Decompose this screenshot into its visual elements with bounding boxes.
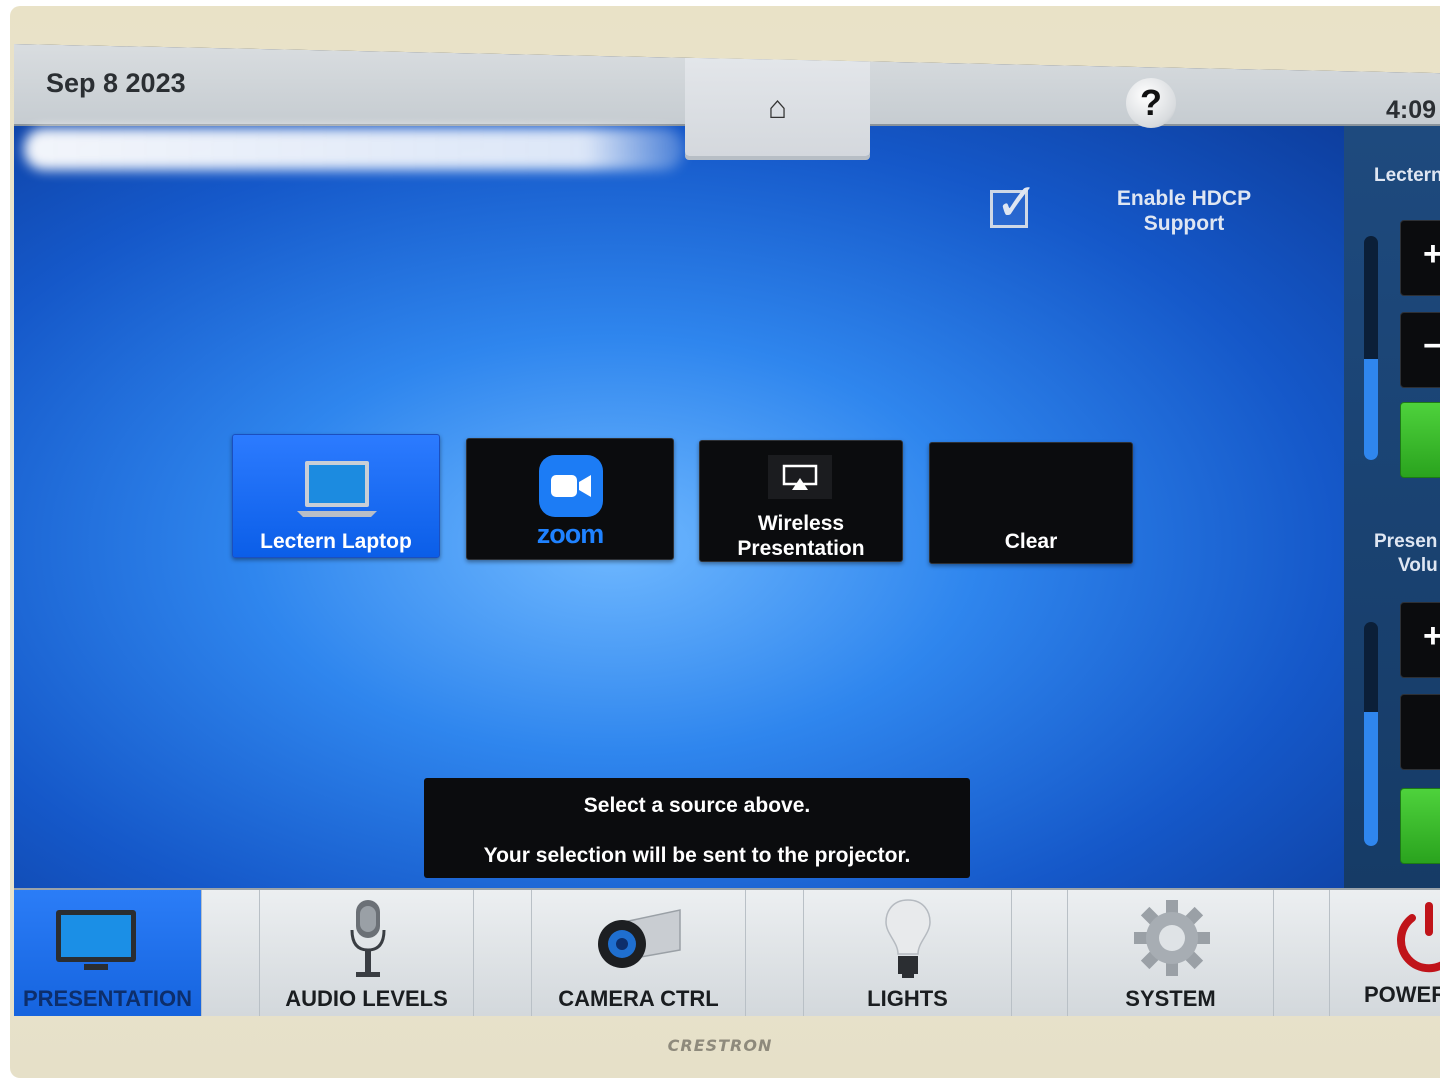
presentation-panel [14, 126, 1344, 888]
volume-panel: Lectern + − Presen Volu + [1344, 126, 1440, 888]
microphone-icon [350, 900, 386, 977]
nav-spacer [1274, 890, 1330, 1016]
zoom-wordmark: zoom [536, 519, 605, 549]
nav-label: PRESENTATION [22, 986, 193, 1011]
nav-spacer [202, 890, 260, 1016]
source-label: Wireless Presentation [737, 512, 865, 560]
nav-lights[interactable]: LIGHTS [804, 890, 1012, 1016]
message-line-1: Select a source above. [583, 794, 811, 817]
nav-power[interactable]: POWER [1330, 890, 1440, 1016]
lectern-volume-label: Lectern [1374, 165, 1440, 186]
lightbulb-icon [885, 899, 931, 978]
checkmark-icon: ✓ [995, 174, 1039, 232]
presentation-volume-level [1364, 711, 1378, 846]
home-icon: ⌂ [767, 88, 788, 125]
bottom-nav: PRESENTATION AUDIO LEVELS CAMERA CTRL LI… [14, 888, 1440, 1016]
source-label: Clear [1004, 530, 1058, 553]
source-wireless-presentation[interactable]: Wireless Presentation [699, 440, 903, 562]
nav-spacer [474, 890, 532, 1016]
nav-label: AUDIO LEVELS [285, 986, 448, 1011]
touch-screen: Sep 8 2023 ⌂ ? 4:09 ✓ Enable HDCP Suppor… [14, 44, 1440, 1016]
source-lectern-laptop[interactable]: Lectern Laptop [232, 434, 440, 558]
gear-icon [1134, 900, 1210, 976]
presentation-volume-down-button[interactable] [1400, 694, 1440, 770]
screen-glare [24, 128, 684, 170]
nav-label: SYSTEM [1125, 986, 1216, 1011]
laptop-icon [297, 461, 377, 517]
message-line-2: Your selection will be sent to the proje… [483, 844, 911, 867]
nav-label: LIGHTS [867, 986, 948, 1011]
source-label: Lectern Laptop [260, 530, 412, 553]
lectern-volume-up-button[interactable]: + [1400, 220, 1440, 296]
source-zoom[interactable]: zoom [466, 438, 674, 560]
presentation-mute-button[interactable] [1400, 788, 1440, 864]
power-icon [1397, 902, 1440, 973]
home-button[interactable]: ⌂ [685, 58, 870, 156]
hdcp-checkbox[interactable]: ✓ [990, 174, 1039, 232]
nav-spacer [1012, 890, 1068, 1016]
nav-presentation[interactable]: PRESENTATION [14, 890, 202, 1016]
monitor-icon [56, 910, 136, 970]
hdcp-label: Enable HDCP Support [1116, 187, 1252, 235]
lectern-volume-slider[interactable] [1364, 236, 1378, 460]
nav-camera-ctrl[interactable]: CAMERA CTRL [532, 890, 746, 1016]
presentation-volume-up-button[interactable]: + [1400, 602, 1440, 678]
crestron-logo: CRESTRON [667, 1036, 773, 1055]
zoom-icon [539, 455, 603, 517]
nav-spacer [746, 890, 804, 1016]
nav-label: POWER [1364, 982, 1440, 1007]
nav-audio-levels[interactable]: AUDIO LEVELS [260, 890, 474, 1016]
presentation-volume-label: Presen Volu [1374, 531, 1438, 576]
airplay-icon [768, 455, 832, 499]
lectern-volume-down-button[interactable]: − [1400, 312, 1440, 388]
help-button[interactable]: ? [1126, 78, 1176, 128]
nav-label: CAMERA CTRL [558, 986, 719, 1011]
presentation-volume-slider[interactable] [1364, 622, 1378, 846]
instruction-message: Select a source above. Your selection wi… [424, 778, 970, 878]
date-display: Sep 8 2023 [46, 68, 186, 98]
source-clear[interactable]: Clear [929, 442, 1133, 564]
lectern-volume-level [1364, 359, 1378, 460]
lectern-mute-button[interactable] [1400, 402, 1440, 478]
camera-icon [598, 909, 681, 968]
nav-system[interactable]: SYSTEM [1068, 890, 1274, 1016]
clock-display: 4:09 [1386, 96, 1437, 124]
